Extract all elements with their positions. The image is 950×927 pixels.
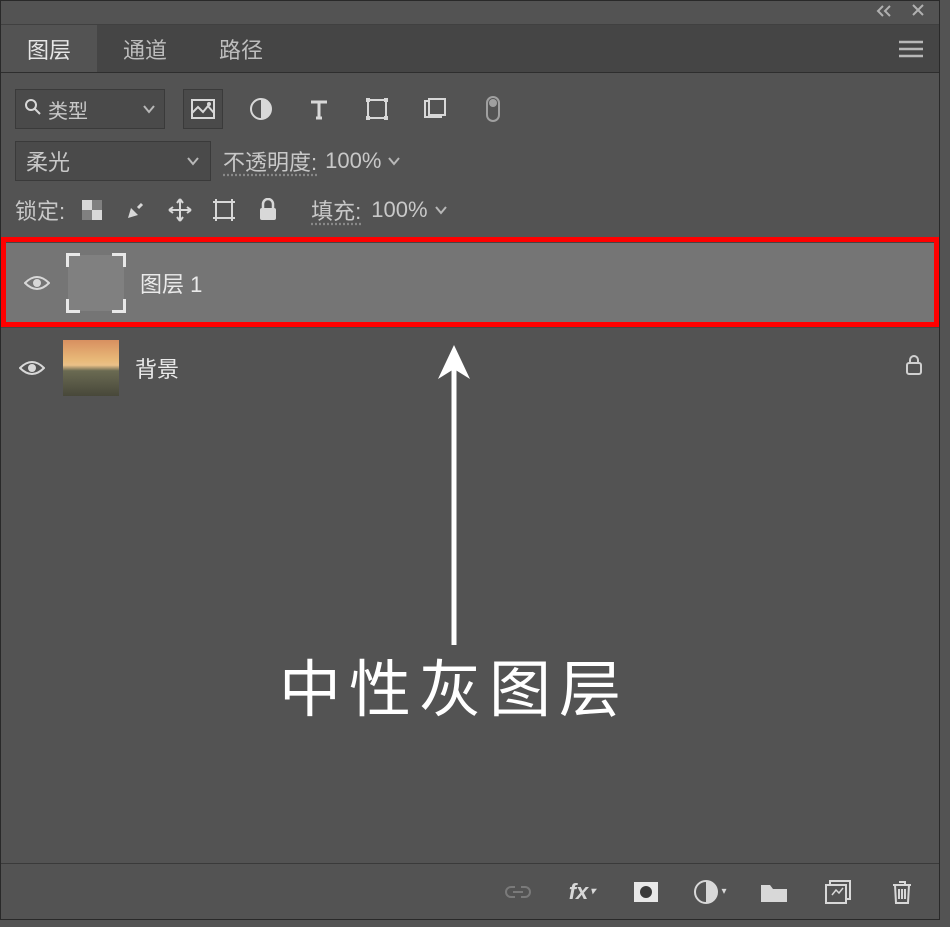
- panel-topbar: [1, 1, 939, 25]
- visibility-toggle-icon[interactable]: [22, 274, 52, 292]
- tab-label: 路径: [219, 33, 263, 65]
- fill-value-field[interactable]: 100%: [371, 197, 447, 223]
- lock-artboard-icon[interactable]: [207, 193, 241, 227]
- lock-position-icon[interactable]: [163, 193, 197, 227]
- layer-name[interactable]: 背景: [135, 352, 179, 384]
- fill-value: 100%: [371, 197, 427, 223]
- layer-thumbnail[interactable]: [63, 340, 119, 396]
- panel-body: 类型: [1, 73, 939, 407]
- lock-row: 锁定: 填充: 100%: [15, 187, 925, 233]
- layer-row[interactable]: 图层 1: [6, 242, 934, 322]
- visibility-toggle-icon[interactable]: [17, 359, 47, 377]
- search-icon: [24, 98, 42, 121]
- tab-paths[interactable]: 路径: [193, 25, 289, 72]
- tab-channels[interactable]: 通道: [97, 25, 193, 72]
- lock-label: 锁定:: [15, 194, 65, 226]
- adjustment-layer-filter-icon[interactable]: [241, 89, 281, 129]
- panel-footer: fx▾ ▾: [1, 863, 939, 919]
- fx-icon[interactable]: fx▾: [565, 875, 599, 909]
- new-layer-icon[interactable]: [821, 875, 855, 909]
- trash-icon[interactable]: [885, 875, 919, 909]
- blend-mode-combo[interactable]: 柔光: [15, 141, 211, 181]
- panel-menu-icon[interactable]: [897, 39, 925, 59]
- mask-icon[interactable]: [629, 875, 663, 909]
- filter-type-combo[interactable]: 类型: [15, 89, 165, 129]
- chevron-down-icon: [142, 101, 156, 117]
- filter-row: 类型: [15, 83, 925, 135]
- type-layer-filter-icon[interactable]: [299, 89, 339, 129]
- fill-label[interactable]: 填充:: [311, 194, 361, 226]
- tab-label: 通道: [123, 33, 167, 65]
- layers-panel: 图层 通道 路径 类型: [0, 0, 940, 920]
- layers-list: 图层 1 背景: [1, 237, 939, 407]
- collapse-icon[interactable]: [875, 4, 893, 22]
- tab-label: 图层: [27, 33, 71, 65]
- smart-object-filter-icon[interactable]: [415, 89, 455, 129]
- link-icon[interactable]: [501, 875, 535, 909]
- lock-icon: [905, 354, 923, 382]
- panel-tabs: 图层 通道 路径: [1, 25, 939, 73]
- layer-thumbnail[interactable]: [68, 255, 124, 311]
- filter-type-label: 类型: [48, 95, 88, 124]
- close-icon[interactable]: [911, 3, 925, 22]
- layer-row[interactable]: 背景: [1, 327, 939, 407]
- tab-layers[interactable]: 图层: [1, 25, 97, 72]
- lock-pixels-icon[interactable]: [119, 193, 153, 227]
- blend-mode-value: 柔光: [26, 145, 70, 177]
- lock-all-icon[interactable]: [251, 193, 285, 227]
- annotation-text: 中性灰图层: [279, 639, 629, 729]
- annotation-highlight: 图层 1: [1, 237, 939, 327]
- chevron-down-icon: [186, 153, 200, 169]
- opacity-value: 100%: [325, 148, 381, 174]
- group-icon[interactable]: [757, 875, 791, 909]
- blend-row: 柔光 不透明度: 100%: [15, 135, 925, 187]
- chevron-down-icon: [387, 153, 401, 169]
- shape-layer-filter-icon[interactable]: [357, 89, 397, 129]
- filter-toggle-icon[interactable]: [473, 89, 513, 129]
- layer-name[interactable]: 图层 1: [140, 267, 202, 299]
- opacity-label[interactable]: 不透明度:: [223, 145, 317, 177]
- chevron-down-icon: [434, 202, 448, 218]
- pixel-layer-filter-icon[interactable]: [183, 89, 223, 129]
- adjustment-icon[interactable]: ▾: [693, 875, 727, 909]
- lock-transparency-icon[interactable]: [75, 193, 109, 227]
- opacity-value-field[interactable]: 100%: [325, 148, 401, 174]
